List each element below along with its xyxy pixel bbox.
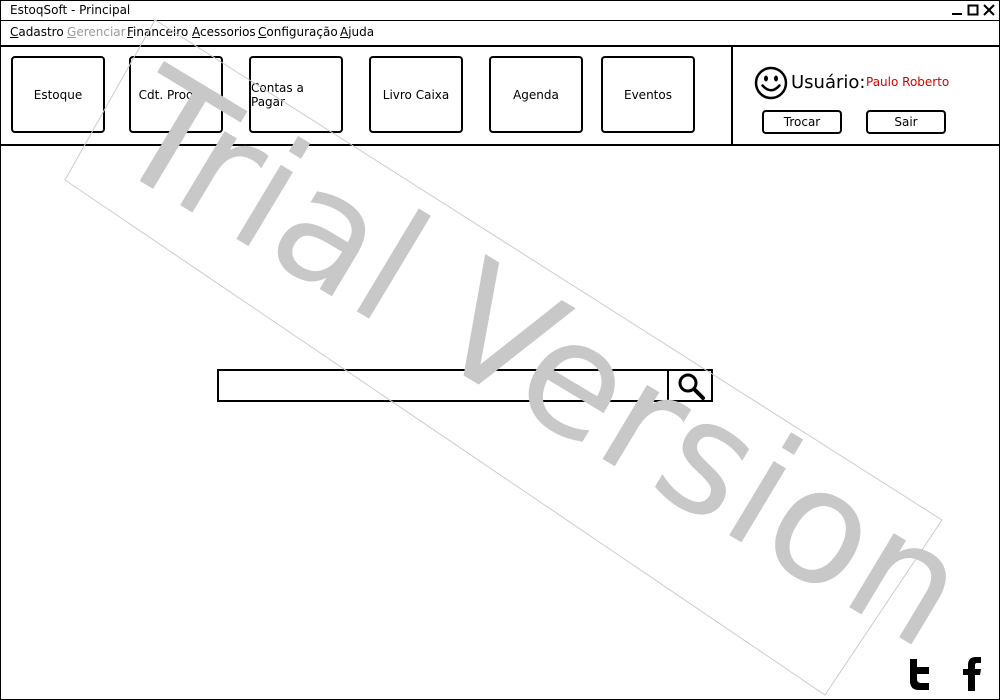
menu-gerenciar: Gerenciar [67, 25, 126, 39]
exit-button[interactable]: Sair [866, 110, 946, 134]
menu-ajuda[interactable]: Ajuda [340, 25, 374, 40]
menu-cadastro[interactable]: Cadastro [10, 25, 64, 40]
cadastro-produto-button[interactable]: Cdt. Produto [129, 56, 223, 133]
minimize-icon[interactable] [951, 4, 963, 16]
title-bar: EstoqSoft - Principal [1, 1, 999, 21]
menu-bar: Cadastro Gerenciar Financeiro Acessorios… [1, 21, 999, 47]
menu-financeiro[interactable]: Financeiro [127, 25, 188, 40]
window-title: EstoqSoft - Principal [10, 3, 131, 17]
toolbar: Estoque Cdt. Produto Contas a Pagar Livr… [1, 47, 999, 146]
menu-acessorios[interactable]: Acessorios [192, 25, 256, 40]
search-button[interactable] [667, 371, 713, 400]
maximize-icon[interactable] [967, 4, 979, 16]
main-window: EstoqSoft - Principal Cadastro Gerenciar… [0, 0, 1000, 700]
search-bar [217, 369, 713, 402]
switch-user-button[interactable]: Trocar [762, 110, 842, 134]
agenda-button[interactable]: Agenda [489, 56, 583, 133]
menu-configuracao[interactable]: Configuração [258, 25, 338, 40]
twitter-icon[interactable] [906, 657, 936, 691]
search-icon [678, 373, 705, 400]
eventos-button[interactable]: Eventos [601, 56, 695, 133]
user-label: Usuário: [791, 72, 866, 93]
user-panel: Usuário: Paulo Roberto Trocar Sair [731, 47, 999, 144]
contas-a-pagar-button[interactable]: Contas a Pagar [249, 56, 343, 133]
smiley-icon [754, 66, 788, 100]
estoque-button[interactable]: Estoque [11, 56, 105, 133]
search-input[interactable] [219, 371, 667, 400]
close-icon[interactable] [983, 4, 995, 16]
facebook-icon[interactable] [956, 657, 986, 691]
user-name: Paulo Roberto [866, 75, 950, 89]
livro-caixa-button[interactable]: Livro Caixa [369, 56, 463, 133]
